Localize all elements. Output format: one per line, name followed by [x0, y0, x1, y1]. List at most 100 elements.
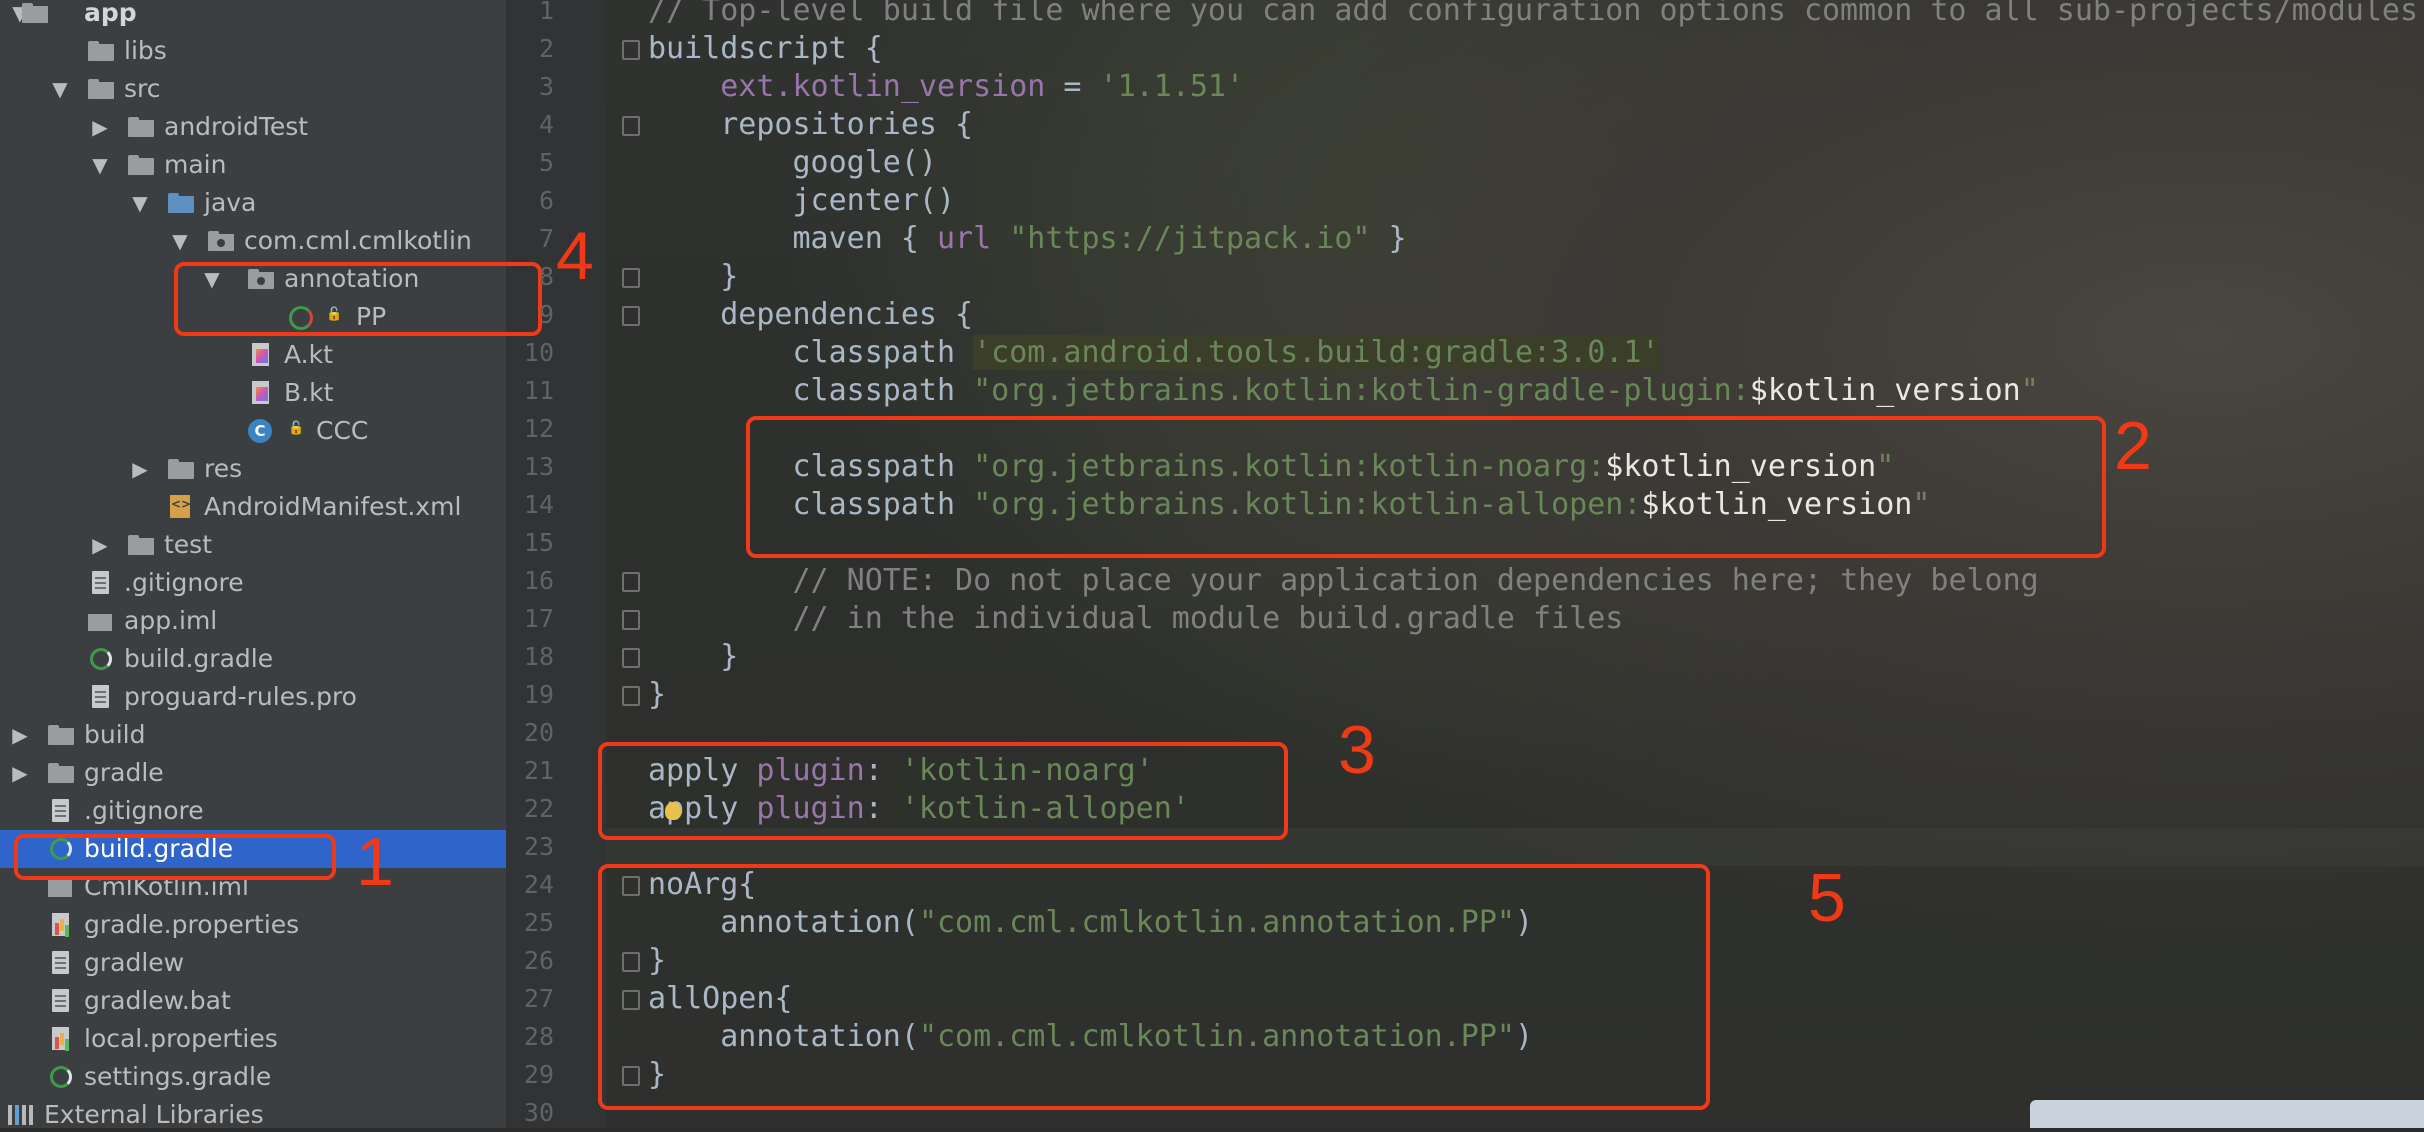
- collapsed-arrow-icon[interactable]: ▶: [88, 526, 112, 564]
- tree-item-androidmanifest-xml[interactable]: AndroidManifest.xml: [0, 488, 506, 526]
- tree-item-label: build.gradle: [124, 644, 274, 673]
- tree-item-proguard-rules-pro[interactable]: proguard-rules.pro: [0, 678, 506, 716]
- expanded-arrow-icon[interactable]: ▼: [48, 70, 72, 108]
- fold-marker-icon[interactable]: [622, 686, 640, 706]
- annotation-box-3: [598, 742, 1288, 840]
- annotation-number-2: 2: [2114, 408, 2152, 484]
- text-file-icon: [88, 571, 114, 595]
- fold-marker-icon[interactable]: [622, 306, 640, 326]
- line-number: 4: [538, 110, 554, 139]
- expanded-arrow-icon[interactable]: ▼: [88, 146, 112, 184]
- line-number: 19: [523, 680, 554, 709]
- tree-item-gradle-properties[interactable]: gradle.properties: [0, 906, 506, 944]
- folder-icon: [128, 153, 154, 177]
- tree-item-androidtest[interactable]: ▶ androidTest: [0, 108, 506, 146]
- annotation-number-4: 4: [556, 218, 594, 294]
- tree-item-gitignore[interactable]: .gitignore: [0, 564, 506, 602]
- line-number: 16: [523, 566, 554, 595]
- expanded-arrow-icon[interactable]: ▼: [168, 222, 192, 260]
- line-number: 2: [538, 34, 554, 63]
- code-line-2: buildscript {: [648, 31, 883, 66]
- tree-item-label: settings.gradle: [84, 1062, 272, 1091]
- line-number: 5: [538, 148, 554, 177]
- tree-item-label: gradlew: [84, 948, 185, 977]
- notification-popup-edge[interactable]: [2030, 1100, 2424, 1128]
- line-number: 23: [523, 832, 554, 861]
- fold-marker-icon[interactable]: [622, 268, 640, 288]
- code-line-17: // in the individual module build.gradle…: [792, 601, 1624, 636]
- tree-item-build[interactable]: ▶ build: [0, 716, 506, 754]
- fold-marker-icon[interactable]: [622, 572, 640, 592]
- tree-item-label: build: [84, 720, 146, 749]
- tree-item-src[interactable]: ▼ src: [0, 70, 506, 108]
- text-file-icon: [48, 799, 74, 823]
- tree-item-test[interactable]: ▶ test: [0, 526, 506, 564]
- tree-item-label: test: [164, 530, 213, 559]
- code-line-9: dependencies {: [720, 297, 974, 332]
- module-file-icon: [88, 609, 114, 633]
- code-line-10: classpath 'com.android.tools.build:gradl…: [792, 335, 1660, 370]
- line-number: 6: [538, 186, 554, 215]
- folder-icon: [128, 533, 154, 557]
- fold-marker-icon[interactable]: [622, 648, 640, 668]
- tree-item-label: app.iml: [124, 606, 218, 635]
- external-libraries-icon: [8, 1103, 34, 1127]
- collapsed-arrow-icon[interactable]: ▶: [88, 108, 112, 146]
- tree-item-build-gradle[interactable]: build.gradle: [0, 640, 506, 678]
- tree-item-settings-gradle[interactable]: settings.gradle: [0, 1058, 506, 1096]
- tree-item-label: .gitignore: [84, 796, 204, 825]
- line-number: 12: [523, 414, 554, 443]
- fold-marker-icon[interactable]: [622, 116, 640, 136]
- code-line-11: classpath "org.jetbrains.kotlin:kotlin-g…: [792, 373, 2039, 408]
- tree-item-ccc[interactable]: 🔓 CCC: [0, 412, 506, 450]
- text-file-icon: [48, 989, 74, 1013]
- tree-item-label: .gitignore: [124, 568, 244, 597]
- collapsed-arrow-icon[interactable]: ▶: [8, 716, 32, 754]
- tree-item-main[interactable]: ▼ main: [0, 146, 506, 184]
- annotation-box-4: [174, 262, 542, 336]
- line-number: 21: [523, 756, 554, 785]
- collapsed-arrow-icon[interactable]: ▶: [128, 450, 152, 488]
- line-number: 28: [523, 1022, 554, 1051]
- fold-marker-icon[interactable]: [622, 40, 640, 60]
- fold-marker-icon[interactable]: [622, 610, 640, 630]
- collapsed-arrow-icon[interactable]: ▶: [8, 754, 32, 792]
- line-number: 22: [523, 794, 554, 823]
- code-line-4: repositories {: [720, 107, 974, 142]
- tree-item-label: main: [164, 150, 227, 179]
- tree-item-libs[interactable]: libs: [0, 32, 506, 70]
- tree-item-label: External Libraries: [44, 1100, 264, 1128]
- text-file-icon: [48, 951, 74, 975]
- tree-item-external-libraries[interactable]: External Libraries: [0, 1096, 506, 1128]
- tree-item-a-kt[interactable]: A.kt: [0, 336, 506, 374]
- tree-item-gitignore[interactable]: .gitignore: [0, 792, 506, 830]
- code-line-16: // NOTE: Do not place your application d…: [792, 563, 2039, 598]
- tree-item-label: gradle: [84, 758, 164, 787]
- tree-item-local-properties[interactable]: local.properties: [0, 1020, 506, 1058]
- code-line-8: }: [720, 259, 739, 294]
- line-number: 10: [523, 338, 554, 367]
- tree-item-b-kt[interactable]: B.kt: [0, 374, 506, 412]
- tree-item-java[interactable]: ▼ java: [0, 184, 506, 222]
- line-number: 3: [538, 72, 554, 101]
- tree-item-gradle[interactable]: ▶ gradle: [0, 754, 506, 792]
- project-sidebar: ▼ app libs ▼ src ▶ androidTest ▼ main ▼ java ▼ com.c…: [0, 0, 506, 1128]
- tree-item-app[interactable]: ▼ app: [0, 0, 506, 32]
- tree-item-gradlew-bat[interactable]: gradlew.bat: [0, 982, 506, 1020]
- expanded-arrow-icon[interactable]: ▼: [128, 184, 152, 222]
- gradle-icon: [48, 1065, 74, 1089]
- tree-item-res[interactable]: ▶ res: [0, 450, 506, 488]
- tree-item-app-iml[interactable]: app.iml: [0, 602, 506, 640]
- tree-item-label: gradlew.bat: [84, 986, 231, 1015]
- tree-item-com-cml-cmlkotlin[interactable]: ▼ com.cml.cmlkotlin: [0, 222, 506, 260]
- annotation-number-3: 3: [1338, 712, 1376, 788]
- tree-item-label: java: [204, 188, 257, 217]
- line-number: 17: [523, 604, 554, 633]
- properties-file-icon: [48, 1027, 74, 1051]
- tree-item-gradlew[interactable]: gradlew: [0, 944, 506, 982]
- code-line-1: // Top-level build file where you can ad…: [648, 0, 2424, 28]
- annotation-box-1: [14, 834, 336, 880]
- kotlin-file-icon: [248, 343, 274, 367]
- tree-item-label: res: [204, 454, 243, 483]
- tree-item-label: AndroidManifest.xml: [204, 492, 462, 521]
